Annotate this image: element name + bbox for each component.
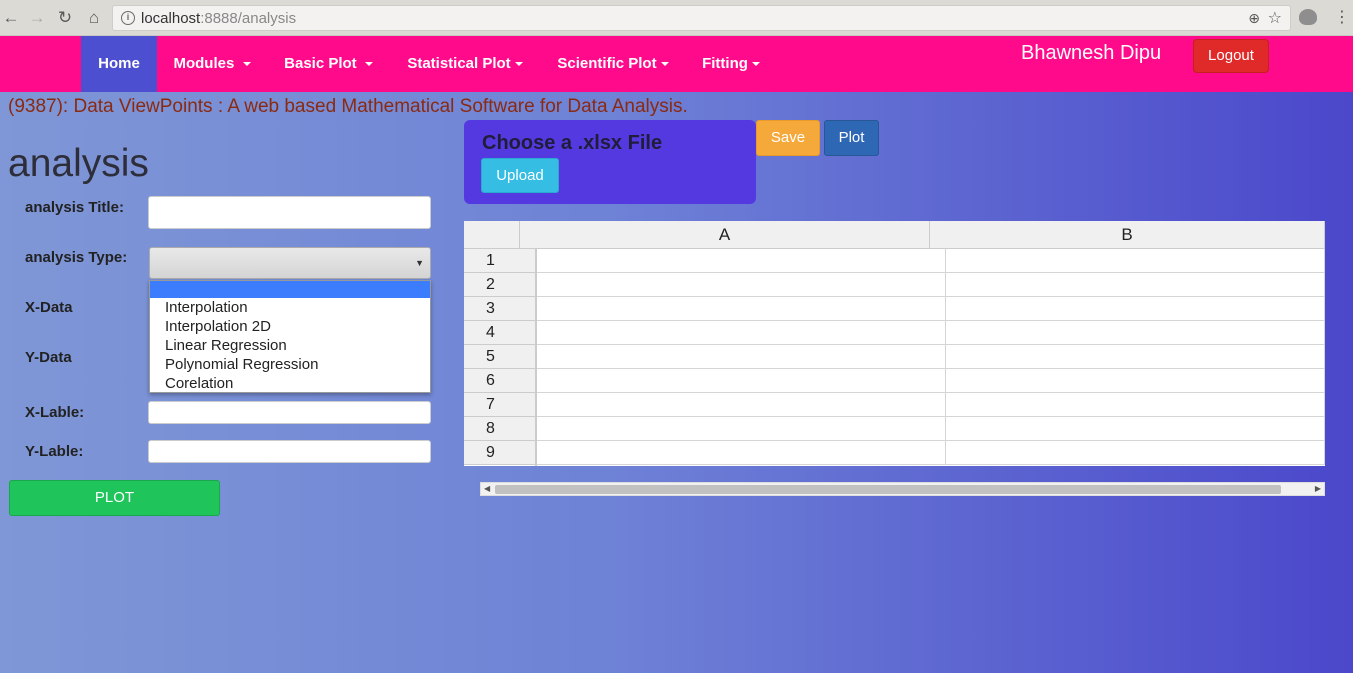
address-bar[interactable]: i localhost:8888/analysis ⊕ ☆ [112, 5, 1291, 31]
caret-down-icon [242, 62, 251, 67]
xlabel-input[interactable] [148, 401, 431, 424]
cell-b[interactable] [946, 297, 1325, 321]
navbar: Home Modules Basic Plot Statistical Plot… [0, 36, 1353, 92]
row-header-divider [535, 249, 537, 466]
type-dropdown-list: Interpolation Interpolation 2D Linear Re… [149, 280, 431, 393]
forward-icon[interactable]: → [27, 8, 47, 28]
cell-b[interactable] [946, 369, 1325, 393]
cell-a[interactable] [537, 345, 946, 369]
column-header-a[interactable]: A [520, 221, 930, 249]
ylabel-input[interactable] [148, 440, 431, 463]
caret-down-icon [514, 62, 523, 67]
back-icon[interactable]: ← [1, 8, 21, 28]
title-label: analysis Title: [25, 199, 124, 216]
cell-b[interactable] [946, 441, 1325, 465]
app-title: (9387): Data ViewPoints : A web based Ma… [8, 96, 688, 117]
type-option-polynomial-regression[interactable]: Polynomial Regression [150, 355, 430, 374]
horizontal-scrollbar[interactable]: ◀ ▶ [480, 482, 1325, 496]
nav-home[interactable]: Home [81, 36, 157, 92]
title-input[interactable] [148, 196, 431, 229]
info-icon[interactable]: i [121, 11, 135, 25]
page: Home Modules Basic Plot Statistical Plot… [0, 36, 1353, 673]
extension-icon[interactable] [1299, 9, 1317, 25]
dropdown-arrow-icon: ▼ [415, 258, 424, 268]
cell-a[interactable] [537, 273, 946, 297]
plot-button[interactable]: PLOT [9, 480, 220, 516]
type-option-interpolation-2d[interactable]: Interpolation 2D [150, 317, 430, 336]
upload-button[interactable]: Upload [481, 158, 559, 193]
caret-down-icon [660, 62, 669, 67]
type-label: analysis Type: [25, 249, 128, 266]
username: Bhawnesh Dipu [1021, 42, 1162, 64]
xlabel-label: X-Lable: [25, 404, 85, 421]
cell-a[interactable] [537, 249, 946, 273]
caret-down-icon [364, 62, 373, 67]
type-option-interpolation[interactable]: Interpolation [150, 298, 430, 317]
type-option-linear-regression[interactable]: Linear Regression [150, 336, 430, 355]
nav-statistical-plot[interactable]: Statistical Plot [390, 36, 540, 92]
cell-b[interactable] [946, 345, 1325, 369]
nav-fitting[interactable]: Fitting [686, 36, 776, 92]
ydata-label: Y-Data [25, 349, 72, 366]
cell-a[interactable] [537, 441, 946, 465]
row-header[interactable]: 8 [464, 417, 535, 441]
cell-b[interactable] [946, 273, 1325, 297]
url-text[interactable]: localhost:8888/analysis [141, 10, 296, 27]
browser-menu-icon[interactable]: ⋮ [1334, 6, 1350, 30]
nav-basic-plot[interactable]: Basic Plot [267, 36, 390, 92]
browser-toolbar: ← → ↻ ⌂ i localhost:8888/analysis ⊕ ☆ ⋮ [0, 0, 1353, 36]
row-header[interactable]: 2 [464, 273, 535, 297]
ylabel-label: Y-Lable: [25, 443, 84, 460]
cell-b[interactable] [946, 249, 1325, 273]
file-upload-panel: Choose a .xlsx File Upload [464, 120, 756, 204]
home-icon[interactable]: ⌂ [84, 8, 104, 28]
sheet-plot-button[interactable]: Plot [824, 120, 879, 156]
zoom-icon[interactable]: ⊕ [1248, 10, 1260, 27]
caret-down-icon [751, 62, 760, 67]
cell-a[interactable] [537, 321, 946, 345]
spreadsheet[interactable]: A B 123456789 [464, 221, 1325, 466]
cell-b[interactable] [946, 417, 1325, 441]
scroll-right-icon[interactable]: ▶ [1315, 483, 1321, 495]
row-header[interactable]: 6 [464, 369, 535, 393]
choose-file-label[interactable]: Choose a .xlsx File [482, 132, 662, 155]
cell-a[interactable] [537, 297, 946, 321]
nav-scientific-plot[interactable]: Scientific Plot [540, 36, 686, 92]
column-header-b[interactable]: B [930, 221, 1325, 249]
cell-a[interactable] [537, 369, 946, 393]
type-option-corelation[interactable]: Corelation [150, 374, 430, 393]
corner-header [464, 221, 520, 249]
nav-modules[interactable]: Modules [157, 36, 267, 92]
row-header[interactable]: 7 [464, 393, 535, 417]
bookmark-star-icon[interactable]: ☆ [1268, 8, 1282, 28]
reload-icon[interactable]: ↻ [55, 8, 75, 28]
cell-b[interactable] [946, 321, 1325, 345]
scroll-left-icon[interactable]: ◀ [484, 483, 490, 495]
page-title: analysis [8, 142, 149, 185]
row-header[interactable]: 9 [464, 441, 535, 465]
scrollbar-thumb[interactable] [495, 485, 1281, 494]
row-header[interactable]: 1 [464, 249, 535, 273]
cell-b[interactable] [946, 393, 1325, 417]
type-select[interactable]: ▼ [149, 247, 431, 279]
row-header[interactable]: 5 [464, 345, 535, 369]
cell-a[interactable] [537, 393, 946, 417]
cell-a[interactable] [537, 417, 946, 441]
xdata-label: X-Data [25, 299, 73, 316]
row-header[interactable]: 3 [464, 297, 535, 321]
logout-button[interactable]: Logout [1193, 39, 1269, 73]
type-option-blank[interactable] [150, 281, 430, 298]
row-header[interactable]: 4 [464, 321, 535, 345]
save-button[interactable]: Save [756, 120, 820, 156]
